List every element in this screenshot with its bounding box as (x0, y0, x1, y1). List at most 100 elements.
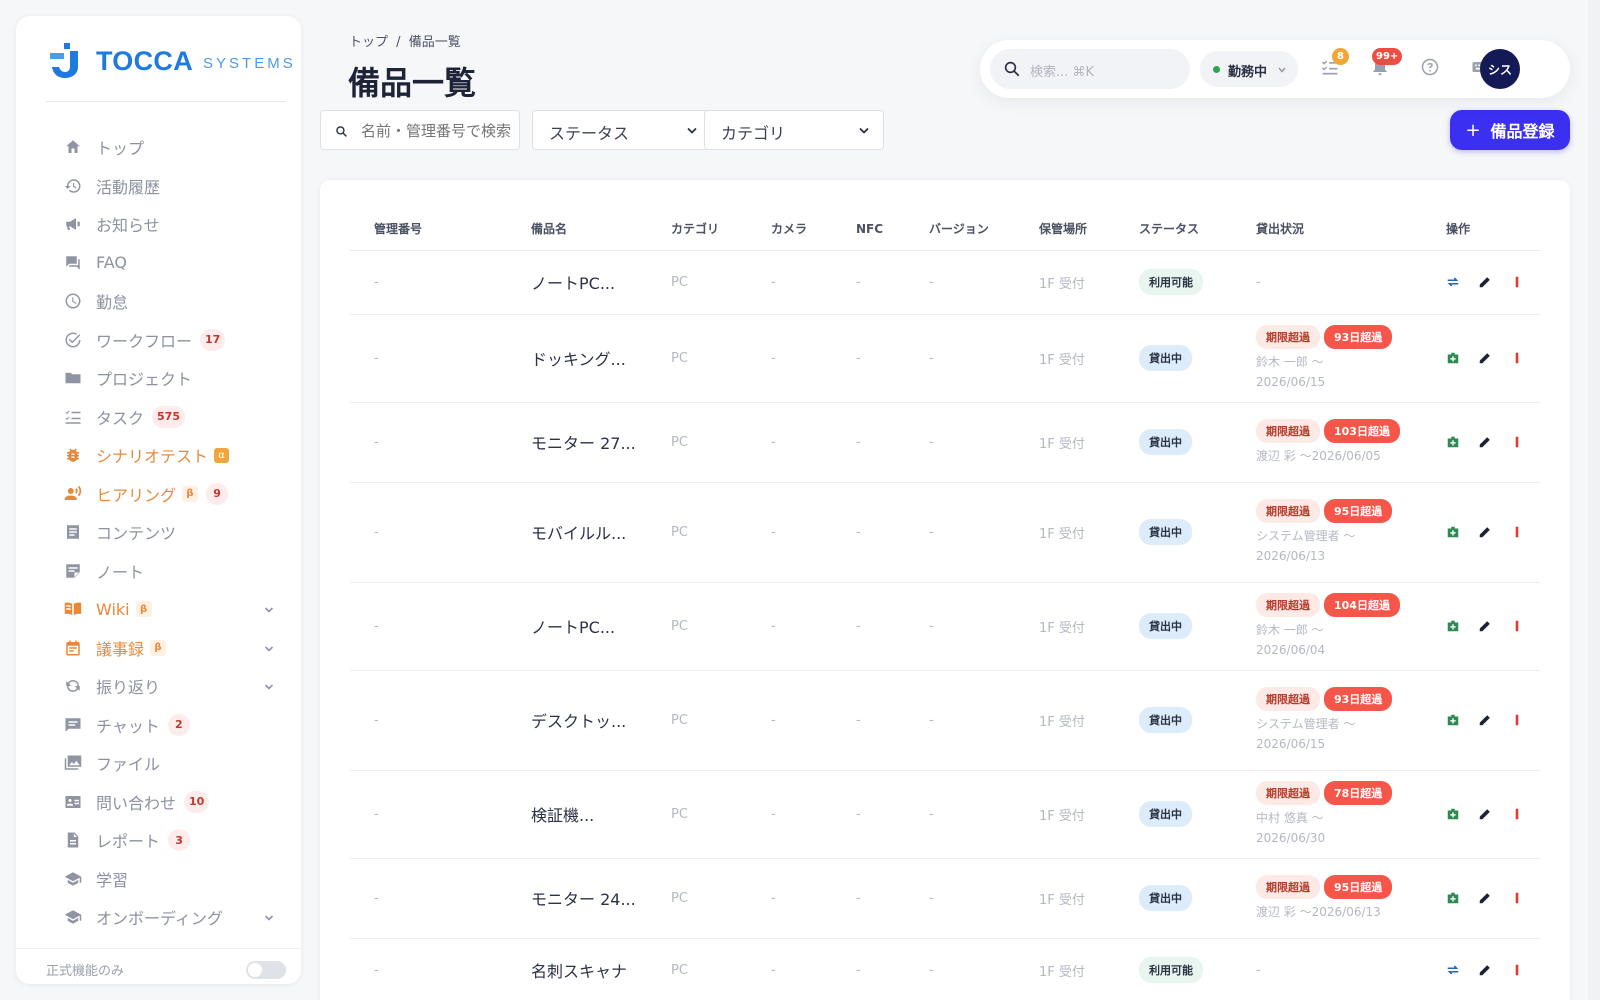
equipment-search[interactable] (320, 110, 520, 150)
column-header: NFC (832, 208, 905, 251)
status-cell: 貸出中 (1115, 582, 1232, 671)
status-badge: 利用可能 (1139, 269, 1203, 295)
equipment-name-cell[interactable]: モバイルル... (507, 482, 647, 583)
nfc-cell: - (832, 402, 905, 483)
actions-cell (1422, 402, 1540, 483)
status-cell: 貸出中 (1115, 402, 1232, 483)
category-cell: PC (647, 402, 747, 483)
delete-icon[interactable] (1510, 275, 1524, 289)
breadcrumb-current: 備品一覧 (408, 35, 461, 50)
status-cell: 貸出中 (1115, 314, 1232, 403)
table-row[interactable]: - 検証機... PC - - -1F 受付 貸出中 期限超過 78日超過 中村 悠真 〜2026… (350, 770, 1540, 859)
status-select[interactable]: ステータス (532, 110, 712, 150)
delete-icon[interactable] (1510, 713, 1524, 727)
version-cell: - (905, 770, 1015, 859)
table-row[interactable]: - モバイルル... PC - - -1F 受付 貸出中 期限超過 95日超過 システム管理者 〜… (350, 482, 1540, 583)
work-status-select[interactable]: 勤務中 (1200, 51, 1298, 87)
edit-icon[interactable] (1478, 891, 1492, 905)
camera-cell: - (747, 770, 832, 859)
nfc-cell: - (832, 482, 905, 583)
equipment-search-input[interactable] (361, 120, 511, 142)
edit-icon[interactable] (1478, 435, 1492, 449)
breadcrumb-top[interactable]: トップ (349, 35, 388, 50)
add-equipment-label: 備品登録 (1490, 122, 1555, 141)
help-icon (1421, 58, 1439, 76)
chevron-down-icon (687, 127, 697, 134)
overdue-badge: 期限超過 (1256, 592, 1320, 617)
table-row[interactable]: - ドッキング... PC - - -1F 受付 貸出中 期限超過 93日超過 鈴木 一郎 〜20… (350, 314, 1540, 403)
overdue-days-badge: 95日超過 (1324, 498, 1393, 523)
equipment-name-cell[interactable]: モニター 27... (507, 402, 647, 483)
delete-icon[interactable] (1510, 619, 1524, 633)
notifications-button[interactable]: 99+ (1370, 48, 1403, 81)
main-content: トップ / 備品一覧 備品一覧 ステータス カテゴリ + 備品登録 検索... … (0, 0, 1600, 1000)
delete-icon[interactable] (1510, 963, 1524, 977)
table-row[interactable]: - モニター 27... PC - - -1F 受付 貸出中 期限超過 103日超過 渡辺 彩 〜… (350, 402, 1540, 483)
swap-icon[interactable] (1446, 275, 1460, 289)
table-row[interactable]: - ノートPC... PC - - -1F 受付 貸出中 期限超過 104日超過 鈴木 一郎 〜2… (350, 582, 1540, 671)
status-select-label: ステータス (549, 124, 630, 143)
actions-cell (1422, 482, 1540, 583)
overdue-badge: 期限超過 (1256, 874, 1320, 899)
status-cell: 貸出中 (1115, 482, 1232, 583)
equipment-table: 管理番号 備品名 カテゴリ カメラ NFC バージョン 保管場所 ステータス 貸出状況 操作 -ノ… (350, 208, 1540, 1000)
table-row[interactable]: - モニター 24... PC - - -1F 受付 貸出中 期限超過 95日超過 渡辺 彩 〜2… (350, 858, 1540, 939)
edit-icon[interactable] (1478, 807, 1492, 821)
edit-icon[interactable] (1478, 713, 1492, 727)
column-header: 備品名 (507, 208, 647, 251)
delete-icon[interactable] (1510, 351, 1524, 365)
return-icon[interactable] (1446, 713, 1460, 727)
return-icon[interactable] (1446, 891, 1460, 905)
my-tasks-button[interactable]: 8 (1320, 48, 1349, 81)
return-icon[interactable] (1446, 435, 1460, 449)
swap-icon[interactable] (1446, 963, 1460, 977)
return-icon[interactable] (1446, 619, 1460, 633)
status-badge: 貸出中 (1139, 707, 1192, 733)
delete-icon[interactable] (1510, 435, 1524, 449)
page-scrollbar[interactable] (1588, 0, 1600, 1000)
camera-cell: - (747, 670, 832, 771)
asset-id-cell: - (350, 938, 507, 1000)
overdue-days-badge: 95日超過 (1324, 874, 1393, 899)
help-button[interactable] (1420, 57, 1444, 81)
borrower-info: システム管理者 〜2026/06/15 (1256, 716, 1356, 751)
edit-icon[interactable] (1478, 275, 1492, 289)
delete-icon[interactable] (1510, 807, 1524, 821)
equipment-name-cell[interactable]: 検証機... (507, 770, 647, 859)
table-row[interactable]: - デスクトッ... PC - - -1F 受付 貸出中 期限超過 93日超過 システム管理者 〜… (350, 670, 1540, 771)
delete-icon[interactable] (1510, 525, 1524, 539)
category-cell: PC (647, 482, 747, 583)
category-cell: PC (647, 582, 747, 671)
search-icon (1004, 61, 1020, 77)
equipment-name-cell[interactable]: ドッキング... (507, 314, 647, 403)
table-row[interactable]: - 名刺スキャナ PC - - -1F 受付 利用可能 - (350, 938, 1540, 1000)
edit-icon[interactable] (1478, 351, 1492, 365)
equipment-name-cell[interactable]: モニター 24... (507, 858, 647, 939)
edit-icon[interactable] (1478, 619, 1492, 633)
equipment-name-cell[interactable]: ノートPC... (507, 250, 647, 315)
category-cell: PC (647, 938, 747, 1000)
location-cell: 1F 受付 (1015, 770, 1115, 859)
overdue-days-badge: 104日超過 (1324, 592, 1400, 617)
breadcrumb-separator: / (396, 35, 401, 50)
return-icon[interactable] (1446, 525, 1460, 539)
equipment-name-cell[interactable]: デスクトッ... (507, 670, 647, 771)
category-select[interactable]: カテゴリ (704, 110, 884, 150)
add-equipment-button[interactable]: + 備品登録 (1450, 110, 1570, 150)
delete-icon[interactable] (1510, 891, 1524, 905)
edit-icon[interactable] (1478, 963, 1492, 977)
edit-icon[interactable] (1478, 525, 1492, 539)
asset-id-cell: - (350, 670, 507, 771)
equipment-name-cell[interactable]: ノートPC... (507, 582, 647, 671)
return-icon[interactable] (1446, 351, 1460, 365)
return-icon[interactable] (1446, 807, 1460, 821)
status-cell: 利用可能 (1115, 938, 1232, 1000)
table-row[interactable]: - ノートPC... PC - - -1F 受付 利用可能 - (350, 250, 1540, 315)
user-avatar[interactable]: シス (1480, 49, 1520, 89)
column-header: カテゴリ (647, 208, 747, 251)
global-search[interactable]: 検索... ⌘K (990, 49, 1190, 89)
equipment-name-cell[interactable]: 名刺スキャナ (507, 938, 647, 1000)
camera-cell: - (747, 858, 832, 939)
borrower-info: システム管理者 〜2026/06/13 (1256, 528, 1356, 563)
overdue-badge: 期限超過 (1256, 780, 1320, 805)
